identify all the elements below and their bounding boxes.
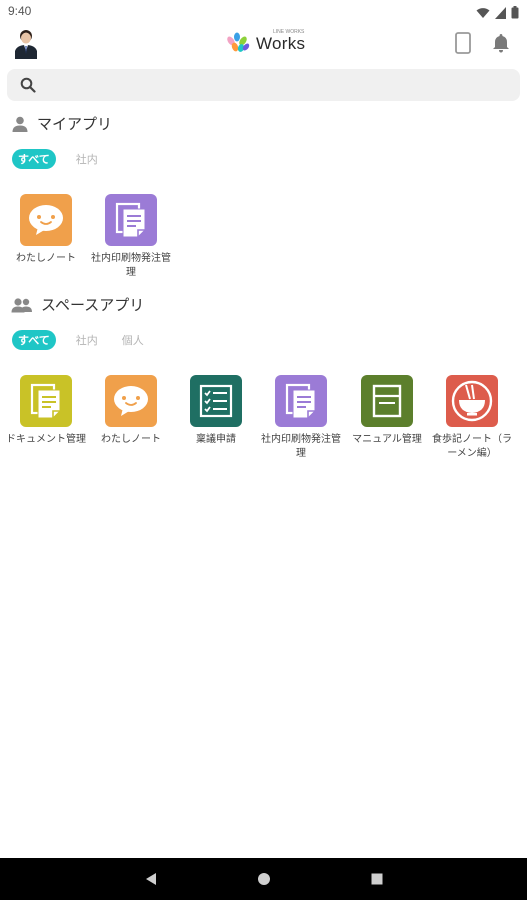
navigation-bar — [0, 858, 527, 900]
space-app-print-order[interactable]: 社内印刷物発注管理 — [258, 375, 344, 461]
app-label: マニュアル管理 — [352, 434, 422, 445]
space-apps-filter-internal[interactable]: 社内 — [72, 330, 102, 350]
space-apps-filters: すべて 社内 個人 — [12, 330, 148, 350]
my-apps-filter-internal[interactable]: 社内 — [72, 149, 102, 169]
wifi-icon — [476, 4, 490, 23]
document-icon — [20, 375, 72, 427]
app-label: 社内印刷物発注管理 — [91, 253, 171, 278]
home-circle-icon — [258, 873, 270, 885]
space-app-watashi-note[interactable]: わたしノート — [88, 375, 174, 447]
speech-bubble-icon — [20, 194, 72, 246]
ramen-bowl-icon — [446, 375, 498, 427]
back-button[interactable] — [143, 871, 159, 887]
my-apps-filters: すべて 社内 — [12, 149, 102, 169]
signal-icon — [495, 4, 506, 23]
my-apps-header: マイアプリ — [11, 113, 112, 134]
my-app-print-order[interactable]: 社内印刷物発注管理 — [88, 194, 174, 280]
checklist-icon — [190, 375, 242, 427]
book-icon — [361, 375, 413, 427]
app-label: ドキュメント管理 — [6, 434, 86, 445]
recents-square-icon — [371, 873, 383, 885]
space-app-document-management[interactable]: ドキュメント管理 — [3, 375, 89, 447]
avatar[interactable] — [13, 27, 39, 59]
app-label: わたしノート — [101, 434, 161, 445]
logo-text: Works — [256, 34, 306, 53]
logo: LINE WORKS Works — [224, 29, 306, 54]
app-label: 稟議申請 — [196, 434, 236, 445]
home-button[interactable] — [256, 871, 272, 887]
battery-icon — [511, 4, 519, 23]
status-bar: 9:40 — [0, 0, 527, 22]
people-icon — [11, 297, 32, 312]
search-bar[interactable] — [7, 69, 520, 101]
notification-button[interactable] — [490, 32, 512, 54]
person-icon — [12, 116, 28, 132]
search-icon — [20, 77, 36, 93]
back-triangle-icon — [146, 873, 156, 885]
search-input[interactable] — [43, 75, 507, 97]
status-time: 9:40 — [8, 4, 32, 18]
app-label: 食歩記ノート（ラーメン編） — [432, 434, 512, 459]
my-apps-filter-all[interactable]: すべて — [12, 149, 56, 169]
app-header: LINE WORKS Works — [0, 22, 527, 68]
my-app-watashi-note[interactable]: わたしノート — [3, 194, 89, 266]
recents-button[interactable] — [369, 871, 385, 887]
speech-bubble-icon — [105, 375, 157, 427]
document-icon — [105, 194, 157, 246]
space-apps-filter-all[interactable]: すべて — [12, 330, 56, 350]
status-icons — [476, 4, 519, 23]
space-app-ringi[interactable]: 稟議申請 — [173, 375, 259, 447]
app-label: 社内印刷物発注管理 — [261, 434, 341, 459]
logo-mark-icon — [227, 32, 250, 52]
space-app-manual-management[interactable]: マニュアル管理 — [344, 375, 430, 447]
space-apps-filter-personal[interactable]: 個人 — [118, 330, 148, 350]
my-apps-title: マイアプリ — [37, 115, 113, 133]
document-icon — [275, 375, 327, 427]
logo-subtext: LINE WORKS — [273, 29, 305, 35]
space-apps-title: スペースアプリ — [41, 296, 145, 314]
tablet-icon — [455, 32, 471, 54]
device-button[interactable] — [452, 32, 474, 54]
bell-icon — [493, 34, 509, 53]
app-label: わたしノート — [16, 253, 76, 264]
space-app-ramen-note[interactable]: 食歩記ノート（ラーメン編） — [429, 375, 515, 461]
space-apps-header: スペースアプリ — [11, 294, 144, 315]
